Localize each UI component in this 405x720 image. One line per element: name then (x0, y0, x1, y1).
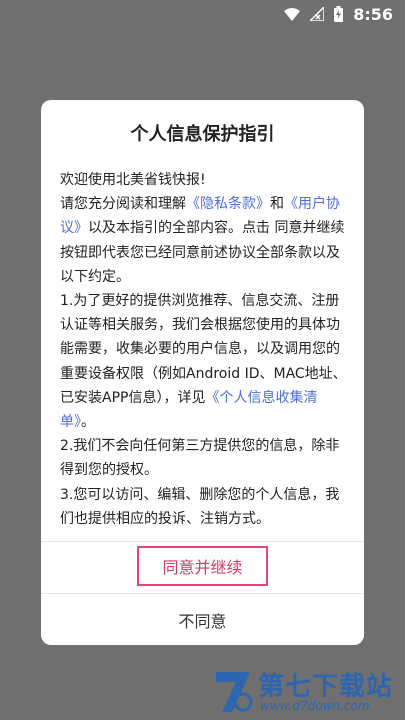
agree-button[interactable]: 同意并继续 (137, 546, 268, 586)
greeting-text: 欢迎使用北美省钱快报! (60, 172, 206, 188)
watermark-url: www.d7down.com (260, 699, 370, 713)
item-2: 2.我们不会向任何第三方提供您的信息，除非得到您的授权。 (60, 438, 340, 479)
status-bar: 8:56 (0, 0, 405, 28)
agreement-text-b: 和 (270, 196, 284, 213)
status-time: 8:56 (353, 4, 393, 24)
battery-charging-icon (334, 6, 344, 22)
item-3: 3.您可以访问、编辑、删除您的个人信息，我们也提供相应的投诉、注销方式。 (60, 486, 340, 527)
agreement-text-a: 请您充分阅读和理解 (60, 196, 186, 213)
privacy-policy-link[interactable]: 《隐私条款》 (186, 196, 270, 212)
item-1-end: 。 (81, 414, 95, 431)
watermark-logo-icon (212, 668, 254, 718)
privacy-dialog: 个人信息保护指引 欢迎使用北美省钱快报! 请您充分阅读和理解《隐私条款》和《用户… (41, 100, 364, 645)
agreement-text-c: 以及本指引的全部内容。点击 同意并继续 按钮即代表您已经同意前述协议全部条款以及… (60, 220, 345, 285)
agreement-paragraph: 请您充分阅读和理解《隐私条款》和《用户协议》以及本指引的全部内容。点击 同意并继… (60, 192, 350, 289)
wifi-icon (284, 7, 301, 21)
signal-off-icon (310, 7, 325, 21)
divider (41, 541, 364, 542)
item-1: 1.为了更好的提供浏览推荐、信息交流、注册认证等相关服务，我们会根据您使用的具体… (60, 289, 350, 434)
watermark-name: 第七下载站 (258, 672, 394, 702)
watermark: 第七下载站 www.d7down.com (212, 664, 400, 720)
dialog-body: 欢迎使用北美省钱快报! 请您充分阅读和理解《隐私条款》和《用户协议》以及本指引的… (60, 168, 350, 531)
disagree-button[interactable]: 不同意 (41, 594, 364, 645)
dialog-title: 个人信息保护指引 (130, 124, 275, 145)
